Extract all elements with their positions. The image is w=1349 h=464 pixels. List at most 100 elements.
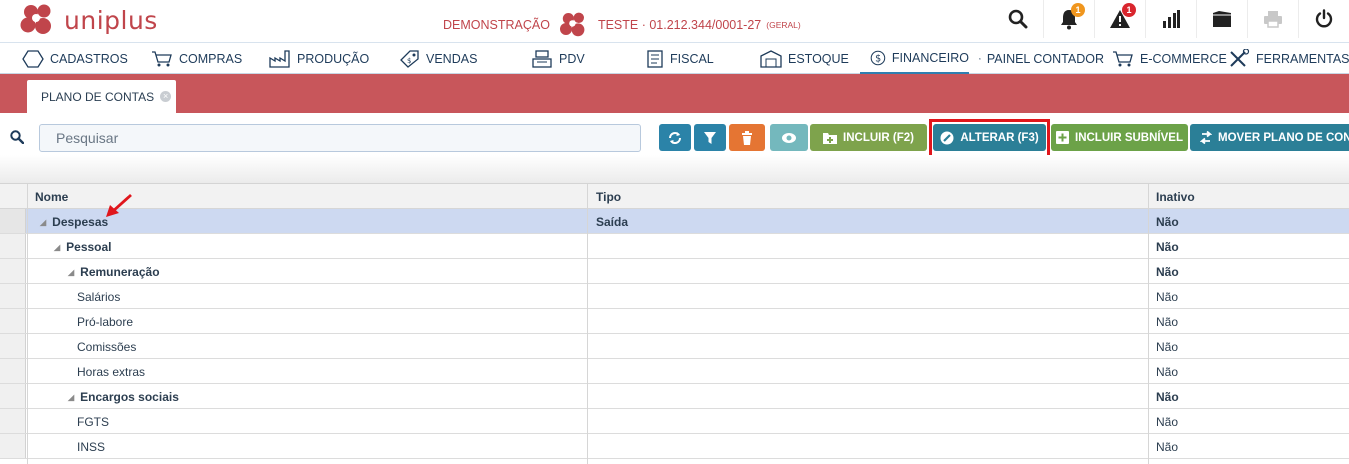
column-header-nome[interactable]: Nome	[35, 190, 68, 204]
menu-label: FERRAMENTAS	[1256, 51, 1349, 66]
close-tab-icon[interactable]: ×	[160, 91, 172, 102]
row-selector[interactable]	[0, 359, 26, 383]
filter-button[interactable]	[694, 124, 726, 151]
delete-button[interactable]	[729, 124, 765, 151]
notifications-button[interactable]: 1	[1043, 0, 1094, 38]
factory-icon	[269, 49, 290, 68]
print-button[interactable]	[1247, 0, 1298, 38]
menu-pdv[interactable]: PDV	[531, 43, 585, 74]
refresh-button[interactable]	[659, 124, 691, 151]
menu-label: PDV	[559, 51, 585, 66]
logout-button[interactable]	[1298, 0, 1349, 38]
expand-toggle-icon[interactable]: ◢	[68, 393, 74, 402]
incluir-button[interactable]: INCLUIR (F2)	[810, 124, 927, 151]
menu-producao[interactable]: PRODUÇÃO	[269, 43, 369, 74]
cell-nome: Pró-labore	[77, 315, 133, 329]
uniplus-mark-icon	[559, 12, 585, 37]
row-selector[interactable]	[0, 259, 26, 283]
eye-icon	[782, 132, 796, 143]
company-prefix: DEMONSTRAÇÃO	[443, 18, 550, 32]
accounts-grid: Nome Tipo Inativo ◢ Despesas Saída Não ◢ Pess…	[0, 183, 1349, 464]
notifications-badge: 1	[1071, 3, 1085, 17]
menu-cadastros[interactable]: CADASTROS	[22, 43, 128, 74]
table-row[interactable]: ◢ Encargos sociais Não	[0, 384, 1349, 409]
menu-compras[interactable]: COMPRAS	[151, 43, 242, 74]
cell-nome: ◢ Despesas	[40, 215, 108, 229]
table-row[interactable]: ◢ Pessoal Não	[0, 234, 1349, 259]
menu-label: PAINEL CONTADOR	[986, 51, 1104, 66]
cell-nome: Comissões	[77, 340, 136, 354]
expand-toggle-icon[interactable]: ◢	[68, 268, 74, 277]
logo[interactable]: uniplus	[18, 4, 158, 36]
menu-label: COMPRAS	[179, 51, 243, 66]
search-button[interactable]	[992, 0, 1043, 38]
alerts-badge: 1	[1122, 3, 1136, 17]
warehouse-icon	[760, 49, 782, 68]
menu-label: PRODUÇÃO	[297, 51, 370, 66]
row-selector[interactable]	[0, 284, 26, 308]
menu-fiscal[interactable]: FISCAL	[646, 43, 714, 74]
view-button[interactable]	[770, 124, 808, 151]
cell-inativo: Não	[1156, 440, 1179, 454]
column-header-inativo[interactable]: Inativo	[1156, 190, 1195, 204]
alerts-button[interactable]: 1	[1094, 0, 1145, 38]
documents-button[interactable]	[1196, 0, 1247, 38]
incluir-subnivel-button[interactable]: INCLUIR SUBNÍVEL	[1051, 124, 1188, 151]
svg-text:$: $	[407, 57, 411, 65]
register-icon	[532, 49, 552, 68]
svg-text:$: $	[875, 53, 881, 64]
menu-estoque[interactable]: ESTOQUE	[760, 43, 849, 74]
row-selector[interactable]	[0, 209, 26, 233]
top-icons: 1 1	[992, 0, 1349, 38]
refresh-icon	[669, 131, 681, 144]
swap-arrows-icon	[1200, 131, 1212, 144]
row-selector[interactable]	[0, 409, 26, 433]
table-row[interactable]: Horas extras Não	[0, 359, 1349, 384]
cell-nome: Horas extras	[77, 365, 145, 379]
tools-icon	[1230, 48, 1250, 67]
cell-nome-text: Encargos sociais	[80, 390, 179, 404]
document-icon	[647, 49, 663, 68]
reports-button[interactable]	[1145, 0, 1196, 38]
power-icon	[1315, 9, 1333, 28]
tab-plano-de-contas[interactable]: PLANO DE CONTAS ×	[27, 80, 176, 113]
search-icon	[10, 129, 25, 148]
menu-ferramentas[interactable]: FERRAMENTAS	[1228, 43, 1349, 74]
menu-ecommerce[interactable]: E-COMMERCE	[1112, 43, 1227, 74]
tab-bar: PLANO DE CONTAS ×	[0, 74, 1349, 113]
red-arrow-annotation-icon	[106, 193, 132, 217]
table-row[interactable]: INSS Não	[0, 434, 1349, 459]
menu-vendas[interactable]: $ VENDAS	[398, 43, 477, 74]
cell-inativo: Não	[1156, 340, 1179, 354]
table-row[interactable]: Pró-labore Não	[0, 309, 1349, 334]
row-selector[interactable]	[0, 309, 26, 333]
row-selector[interactable]	[0, 334, 26, 358]
company-selector[interactable]: DEMONSTRAÇÃO TESTE · 01.212.344/0001-27 …	[443, 10, 801, 40]
cart-icon	[152, 50, 172, 66]
table-row[interactable]: Salários Não	[0, 284, 1349, 309]
cell-inativo: Não	[1156, 215, 1179, 229]
main-menu: CADASTROS COMPRAS PRODUÇÃO $ VENDAS PDV …	[0, 42, 1349, 74]
cell-nome: Salários	[77, 290, 120, 304]
cell-nome-text: Pessoal	[66, 240, 112, 254]
filter-icon	[704, 131, 716, 144]
menu-painel-contador[interactable]: PAINEL CONTADOR	[979, 43, 1104, 74]
cell-nome: ◢ Encargos sociais	[68, 390, 179, 404]
row-selector[interactable]	[0, 434, 26, 458]
table-row[interactable]: FGTS Não	[0, 409, 1349, 434]
table-row[interactable]: ◢ Remuneração Não	[0, 259, 1349, 284]
table-row[interactable]: Comissões Não	[0, 334, 1349, 359]
menu-label: FISCAL	[670, 51, 714, 66]
expand-toggle-icon[interactable]: ◢	[40, 218, 46, 227]
cell-nome: ◢ Remuneração	[68, 265, 160, 279]
table-row[interactable]: ◢ Despesas Saída Não	[0, 209, 1349, 234]
column-header-tipo[interactable]: Tipo	[596, 190, 621, 204]
row-selector[interactable]	[0, 234, 26, 258]
mover-plano-button[interactable]: MOVER PLANO DE CONTAS	[1190, 124, 1349, 151]
menu-financeiro[interactable]: $ FINANCEIRO	[860, 43, 969, 74]
expand-toggle-icon[interactable]: ◢	[54, 243, 60, 252]
row-selector[interactable]	[0, 384, 26, 408]
search-input[interactable]	[39, 124, 641, 152]
cell-nome-text: Remuneração	[80, 265, 160, 279]
cell-nome-text: Despesas	[52, 215, 109, 229]
